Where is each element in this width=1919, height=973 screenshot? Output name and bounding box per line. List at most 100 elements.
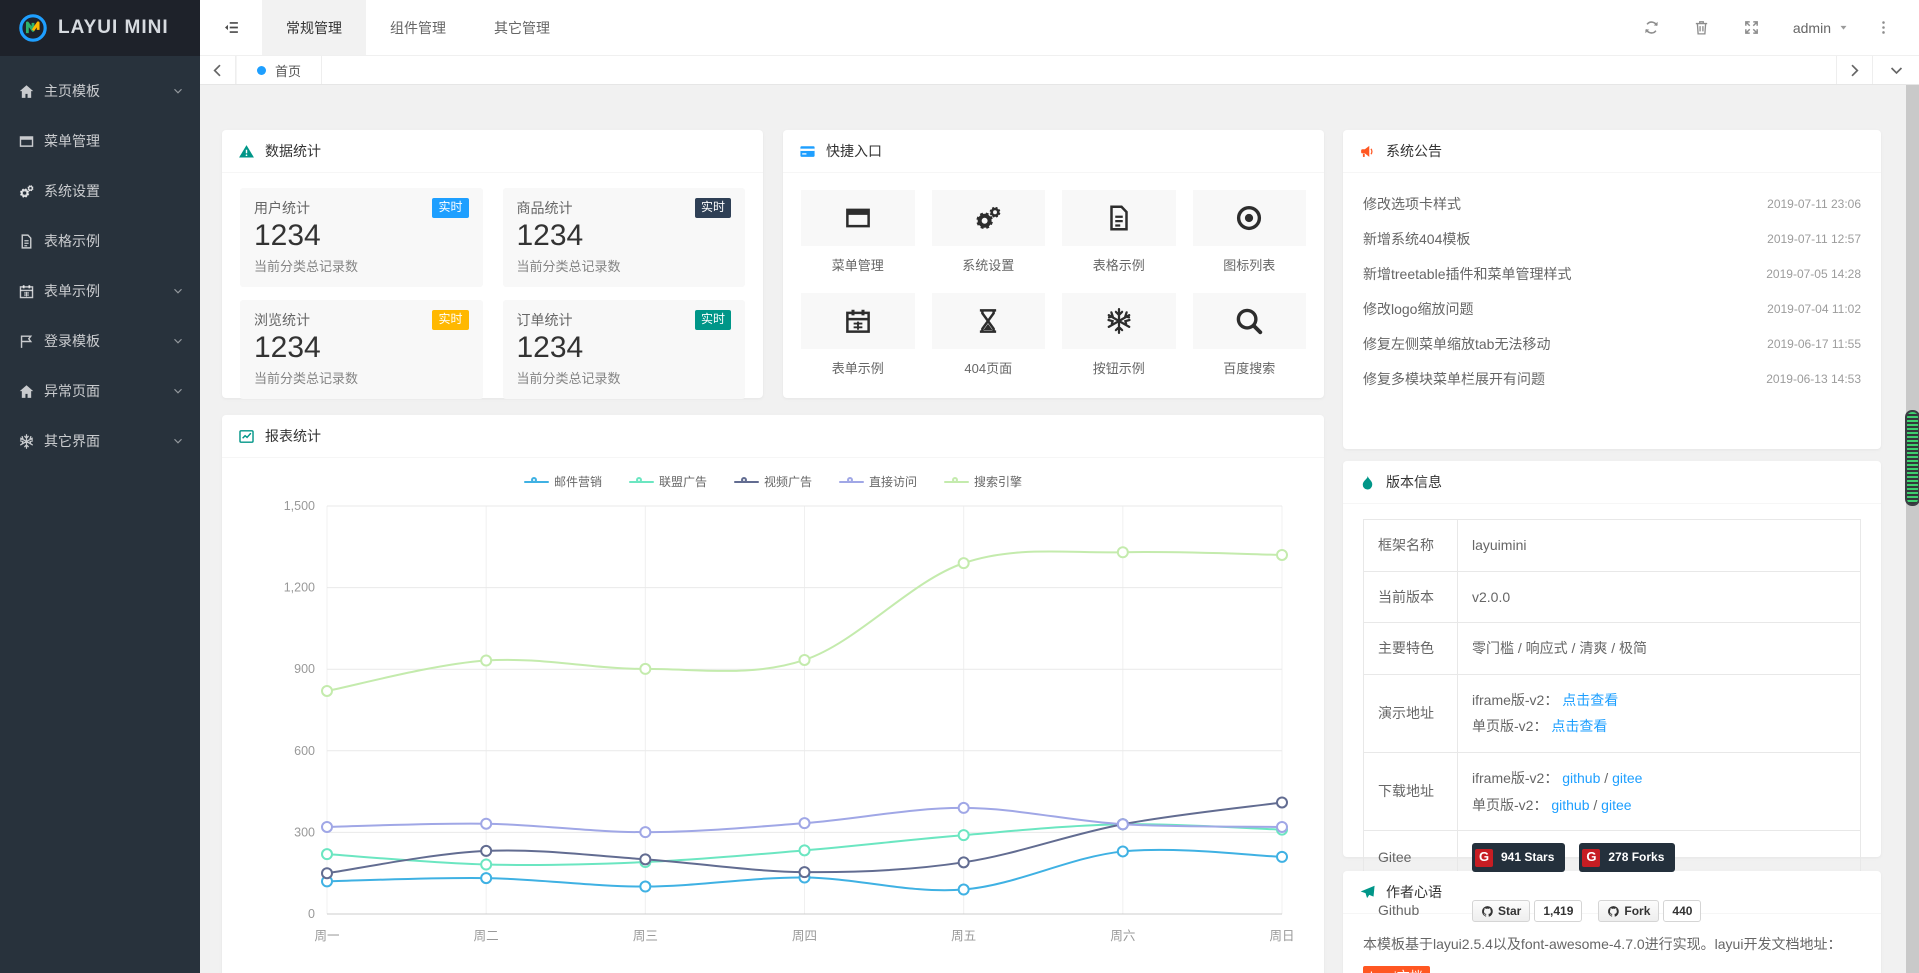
version-link[interactable]: gitee xyxy=(1612,770,1642,786)
gitee-badge[interactable]: G278 Forks xyxy=(1579,843,1675,872)
home-icon xyxy=(18,83,35,100)
legend-item-直接访问[interactable]: 直接访问 xyxy=(839,473,917,490)
version-link[interactable]: github xyxy=(1562,770,1600,786)
stat-box: 用户统计实时1234当前分类总记录数 xyxy=(240,188,483,287)
version-row-label: 框架名称 xyxy=(1364,520,1458,572)
stat-box-top: 浏览统计实时 xyxy=(254,310,469,330)
quick-entry-按钮示例[interactable]: 按钮示例 xyxy=(1062,293,1176,377)
svg-text:1,200: 1,200 xyxy=(284,581,315,595)
quick-entry-菜单管理[interactable]: 菜单管理 xyxy=(801,190,915,274)
app-root: LAYUI MINI 主页模板菜单管理系统设置表格示例表单示例登录模板异常页面其… xyxy=(0,0,1919,973)
warning-icon xyxy=(238,143,255,160)
quick-entry-label: 百度搜索 xyxy=(1193,358,1307,377)
admin-username: admin xyxy=(1793,20,1831,36)
svg-text:周一: 周一 xyxy=(314,929,339,943)
gears-icon xyxy=(973,203,1003,233)
announcement-row[interactable]: 修复左侧菜单缩放tab无法移动2019-06-17 11:55 xyxy=(1363,326,1861,361)
announcement-row[interactable]: 修复多模块菜单栏展开有问题2019-06-13 14:53 xyxy=(1363,361,1861,396)
tabs-menu-button[interactable] xyxy=(1872,56,1919,84)
sidebar-item-5[interactable]: 表单示例 xyxy=(0,266,200,316)
stat-value: 1234 xyxy=(254,219,469,253)
tab-home[interactable]: 首页 xyxy=(236,56,322,84)
tabs-scroll-left-button[interactable] xyxy=(200,56,236,84)
sidebar-item-2[interactable]: 菜单管理 xyxy=(0,116,200,166)
quick-entry-tile xyxy=(932,190,1046,246)
quick-entry-表格示例[interactable]: 表格示例 xyxy=(1062,190,1176,274)
announcement-row[interactable]: 新增系统404模板2019-07-11 12:57 xyxy=(1363,221,1861,256)
scrollbar-thumb[interactable] xyxy=(1905,410,1919,506)
version-row-value: layuimini xyxy=(1458,520,1861,572)
collapse-sidebar-button[interactable] xyxy=(200,0,262,55)
stat-desc: 当前分类总记录数 xyxy=(254,256,469,275)
topbar-actions xyxy=(1627,0,1777,55)
top-nav-item-3[interactable]: 其它管理 xyxy=(470,0,574,55)
github-button: Star xyxy=(1472,900,1530,922)
quick-entry-tile xyxy=(932,293,1046,349)
more-vert-icon xyxy=(1875,19,1892,36)
quick-entry-label: 按钮示例 xyxy=(1062,358,1176,377)
realtime-badge: 实时 xyxy=(695,310,731,330)
bullhorn-icon xyxy=(1359,143,1376,160)
sidebar-item-4[interactable]: 表格示例 xyxy=(0,216,200,266)
sidebar-item-8[interactable]: 其它界面 xyxy=(0,416,200,466)
announcement-row[interactable]: 新增treetable插件和菜单管理样式2019-07-05 14:28 xyxy=(1363,256,1861,291)
legend-item-搜索引擎[interactable]: 搜索引擎 xyxy=(944,473,1022,490)
announcement-title: 修改logo缩放问题 xyxy=(1363,299,1473,319)
svg-text:周五: 周五 xyxy=(951,929,976,943)
legend-marker xyxy=(524,477,549,487)
announcement-row[interactable]: 修改选项卡样式2019-07-11 23:06 xyxy=(1363,186,1861,221)
tabs-scroll-right-button[interactable] xyxy=(1836,56,1872,84)
fullscreen-button[interactable] xyxy=(1727,0,1777,55)
svg-text:周六: 周六 xyxy=(1110,929,1135,943)
sidebar-item-label: 其它界面 xyxy=(44,431,100,451)
announcements-card-title: 系统公告 xyxy=(1386,141,1442,161)
file-text-icon xyxy=(1104,203,1134,233)
paper-plane-icon xyxy=(1359,884,1376,901)
legend-item-联盟广告[interactable]: 联盟广告 xyxy=(629,473,707,490)
announcement-row[interactable]: 修改logo缩放问题 2019-07-04 11:02 xyxy=(1363,291,1861,326)
version-link[interactable]: gitee xyxy=(1601,797,1631,813)
announcement-date: 2019-07-11 12:57 xyxy=(1767,232,1861,246)
quick-entry-图标列表[interactable]: 图标列表 xyxy=(1193,190,1307,274)
chevron-left-icon xyxy=(209,62,226,79)
sidebar-item-6[interactable]: 登录模板 xyxy=(0,316,200,366)
logo[interactable]: LAYUI MINI xyxy=(0,0,200,56)
top-nav-item-1[interactable]: 常规管理 xyxy=(262,0,366,55)
more-menu-button[interactable] xyxy=(1865,0,1901,55)
content-area: 数据统计 用户统计实时1234当前分类总记录数商品统计实时1234当前分类总记录… xyxy=(200,85,1919,973)
data-stats-card: 数据统计 用户统计实时1234当前分类总记录数商品统计实时1234当前分类总记录… xyxy=(222,130,763,398)
top-nav-item-2[interactable]: 组件管理 xyxy=(366,0,470,55)
quick-entry-label: 表单示例 xyxy=(801,358,915,377)
sidebar-item-7[interactable]: 异常页面 xyxy=(0,366,200,416)
quick-entry-百度搜索[interactable]: 百度搜索 xyxy=(1193,293,1307,377)
legend-item-邮件营销[interactable]: 邮件营销 xyxy=(524,473,602,490)
tabbar: 首页 xyxy=(200,56,1919,85)
clear-cache-button[interactable] xyxy=(1677,0,1727,55)
stat-desc: 当前分类总记录数 xyxy=(254,368,469,387)
version-link[interactable]: github xyxy=(1551,797,1589,813)
github-star-button[interactable]: Star1,419 xyxy=(1472,900,1582,922)
gitee-badge[interactable]: G941 Stars xyxy=(1472,843,1565,872)
announcement-date: 2019-07-04 11:02 xyxy=(1767,302,1861,316)
quick-entry-tile xyxy=(1062,190,1176,246)
sidebar-item-label: 登录模板 xyxy=(44,331,100,351)
version-row: 主要特色零门槛 / 响应式 / 清爽 / 极简 xyxy=(1364,623,1861,675)
announcement-title: 修复左侧菜单缩放tab无法移动 xyxy=(1363,334,1550,354)
quick-entry-表单示例[interactable]: 表单示例 xyxy=(801,293,915,377)
admin-dropdown[interactable]: admin xyxy=(1777,0,1865,55)
sidebar-item-3[interactable]: 系统设置 xyxy=(0,166,200,216)
refresh-button[interactable] xyxy=(1627,0,1677,55)
github-fork-button[interactable]: Fork440 xyxy=(1598,900,1701,922)
svg-text:0: 0 xyxy=(308,907,315,921)
sidebar-item-1[interactable]: 主页模板 xyxy=(0,66,200,116)
legend-item-视频广告[interactable]: 视频广告 xyxy=(734,473,812,490)
version-link[interactable]: 点击查看 xyxy=(1562,692,1618,708)
stat-box: 商品统计实时1234当前分类总记录数 xyxy=(503,188,746,287)
version-link[interactable]: 点击查看 xyxy=(1551,718,1607,734)
svg-text:600: 600 xyxy=(294,744,315,758)
data-stats-card-header: 数据统计 xyxy=(222,130,763,173)
quick-entry-404页面[interactable]: 404页面 xyxy=(932,293,1046,377)
layui-docs-badge[interactable]: layui文档 xyxy=(1363,966,1430,973)
gitee-icon: G xyxy=(1582,849,1600,867)
quick-entry-系统设置[interactable]: 系统设置 xyxy=(932,190,1046,274)
